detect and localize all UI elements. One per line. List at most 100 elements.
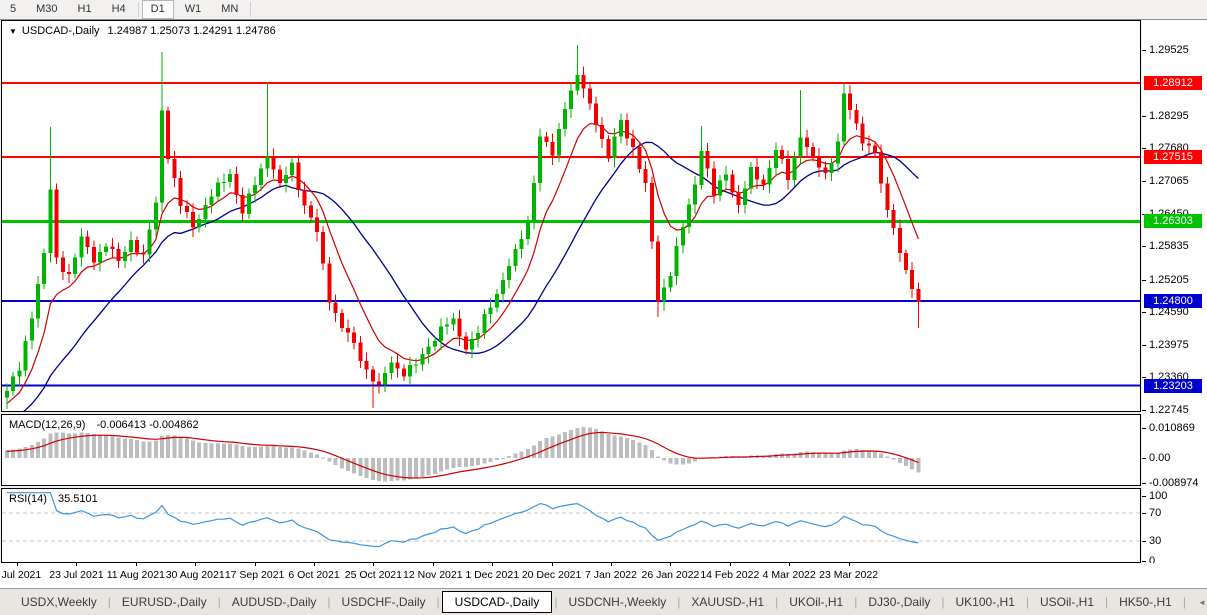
tab-separator: |: [677, 595, 680, 609]
macd-axis-tick: [1142, 428, 1146, 429]
tab-xauusd-h1[interactable]: XAUUSD-,H1: [682, 592, 773, 612]
tab-usdx-weekly[interactable]: USDX,Weekly: [12, 592, 106, 612]
tab-separator: |: [941, 595, 944, 609]
price-axis-tick: [1142, 50, 1146, 51]
rsi-line: [7, 493, 918, 547]
candlestick-chart: [2, 21, 1140, 411]
chart-symbol-label: USDCAD-,Daily: [22, 25, 100, 37]
date-axis-label: 14 Feb 2022: [700, 569, 759, 581]
symbol-dropdown-icon[interactable]: ▼: [9, 27, 17, 36]
price-chart-panel: ▼ USDCAD-,Daily 1.24987 1.25073 1.24291 1.…: [1, 20, 1141, 412]
macd-axis-label: -0.008974: [1149, 477, 1199, 489]
tab-eurusd-daily[interactable]: EURUSD-,Daily: [113, 592, 216, 612]
date-axis-tick: [373, 563, 374, 566]
rsi-axis-label: 100: [1149, 490, 1167, 502]
tab-hk50-h1[interactable]: HK50-,H1: [1110, 592, 1181, 612]
date-axis-label: 30 Aug 2021: [166, 569, 225, 581]
date-axis-label: 20 Dec 2021: [522, 569, 582, 581]
timeframe-button-m30[interactable]: M30: [27, 0, 66, 19]
macd-histogram: [5, 427, 920, 481]
macd-axis-label: 0.010869: [1149, 422, 1195, 434]
price-axis-label: 1.25205: [1149, 274, 1189, 286]
tab-scroll-left-icon[interactable]: ◄: [1198, 598, 1206, 607]
tab-usoil-h1[interactable]: USOil-,H1: [1031, 592, 1103, 612]
tab-separator: |: [554, 595, 557, 609]
tab-audusd-daily[interactable]: AUDUSD-,Daily: [223, 592, 326, 612]
rsi-axis-label: 30: [1149, 535, 1161, 547]
date-axis-label: 23 Mar 2022: [819, 569, 878, 581]
timeframe-button-mn[interactable]: MN: [212, 0, 247, 19]
price-axis-label: 1.23975: [1149, 339, 1189, 351]
rsi-axis-tick: [1142, 513, 1146, 514]
price-axis-tick: [1142, 181, 1146, 182]
symbol-tab-bar: USDX,Weekly|EURUSD-,Daily|AUDUSD-,Daily|…: [0, 588, 1207, 615]
timeframe-button-h4[interactable]: H4: [103, 0, 135, 19]
timeframe-button-w1[interactable]: W1: [176, 0, 211, 19]
price-line-tag: 1.23203: [1144, 379, 1202, 393]
tab-dj30-daily[interactable]: DJ30-,Daily: [859, 592, 939, 612]
date-axis-tick: [730, 563, 731, 566]
date-axis-label: 17 Sep 2021: [225, 569, 285, 581]
date-axis: 5 Jul 2021 23 Jul 2021 11 Aug 202130 Aug 2…: [0, 563, 1207, 588]
date-axis-tick: [17, 563, 18, 566]
tab-separator: |: [775, 595, 778, 609]
price-axis-tick: [1142, 116, 1146, 117]
tab-ukoil-h1[interactable]: UKOil-,H1: [780, 592, 852, 612]
tab-separator: |: [854, 595, 857, 609]
date-axis-label: 6 Oct 2021: [288, 569, 339, 581]
tab-separator: |: [327, 595, 330, 609]
price-axis-tick: [1142, 410, 1146, 411]
date-axis-label: 23 Jul 2021: [49, 569, 103, 581]
candles: [5, 45, 920, 409]
date-axis-tick: [195, 563, 196, 566]
tab-uk100-h1[interactable]: UK100-,H1: [947, 592, 1024, 612]
rsi-chart: [2, 489, 1140, 562]
macd-axis-tick: [1142, 458, 1146, 459]
date-axis-tick: [670, 563, 671, 566]
tab-usdcad-daily[interactable]: USDCAD-,Daily: [442, 591, 553, 613]
timeframe-button-h1[interactable]: H1: [69, 0, 101, 19]
date-axis-tick: [789, 563, 790, 566]
date-axis-label: 4 Mar 2022: [763, 569, 816, 581]
tab-separator: |: [218, 595, 221, 609]
toolbar-separator: [138, 2, 139, 17]
date-axis-tick: [611, 563, 612, 566]
macd-axis-label: 0.00: [1149, 452, 1170, 464]
macd-panel: MACD(12,26,9) -0.006413 -0.004862: [1, 414, 1141, 486]
price-axis-label: 1.25835: [1149, 240, 1189, 252]
ma-slow-line: [7, 142, 918, 411]
tab-separator: |: [1026, 595, 1029, 609]
tab-separator: |: [437, 595, 440, 609]
price-line-tag: 1.27515: [1144, 150, 1202, 164]
price-axis-label: 1.22745: [1149, 404, 1189, 416]
tab-separator: |: [1183, 595, 1186, 609]
date-axis-tick: [255, 563, 256, 566]
date-axis-label: 5 Jul 2021: [0, 569, 41, 581]
timeframe-toolbar: 5M30H1H4 D1W1MN: [0, 0, 1207, 20]
date-axis-tick: [552, 563, 553, 566]
rsi-axis-label: 70: [1149, 507, 1161, 519]
ma-fast-line: [7, 124, 918, 404]
toolbar-separator: [250, 2, 251, 17]
timeframe-button-5[interactable]: 5: [1, 0, 25, 19]
rsi-axis-tick: [1142, 496, 1146, 497]
date-axis-label: 12 Nov 2021: [403, 569, 463, 581]
rsi-panel: RSI(14) 35.5101: [1, 488, 1141, 563]
price-line-tag: 1.26303: [1144, 214, 1202, 228]
price-axis-tick: [1142, 312, 1146, 313]
price-axis-label: 1.28295: [1149, 110, 1189, 122]
chart-ohlc-values: 1.24987 1.25073 1.24291 1.24786: [108, 25, 276, 37]
macd-label: MACD(12,26,9): [9, 419, 85, 431]
price-axis-label: 1.27065: [1149, 175, 1189, 187]
tab-usdchf-daily[interactable]: USDCHF-,Daily: [333, 592, 435, 612]
price-axis-tick: [1142, 345, 1146, 346]
date-axis-label: 26 Jan 2022: [641, 569, 699, 581]
date-axis-label: 11 Aug 2021: [107, 569, 165, 581]
tab-usdcnh-weekly[interactable]: USDCNH-,Weekly: [559, 592, 675, 612]
macd-title: MACD(12,26,9) -0.006413 -0.004862: [9, 419, 199, 431]
tab-separator: |: [108, 595, 111, 609]
price-axis-label: 1.29525: [1149, 44, 1189, 56]
date-axis-tick: [136, 563, 137, 566]
timeframe-button-d1[interactable]: D1: [142, 0, 174, 19]
date-axis-tick: [849, 563, 850, 566]
